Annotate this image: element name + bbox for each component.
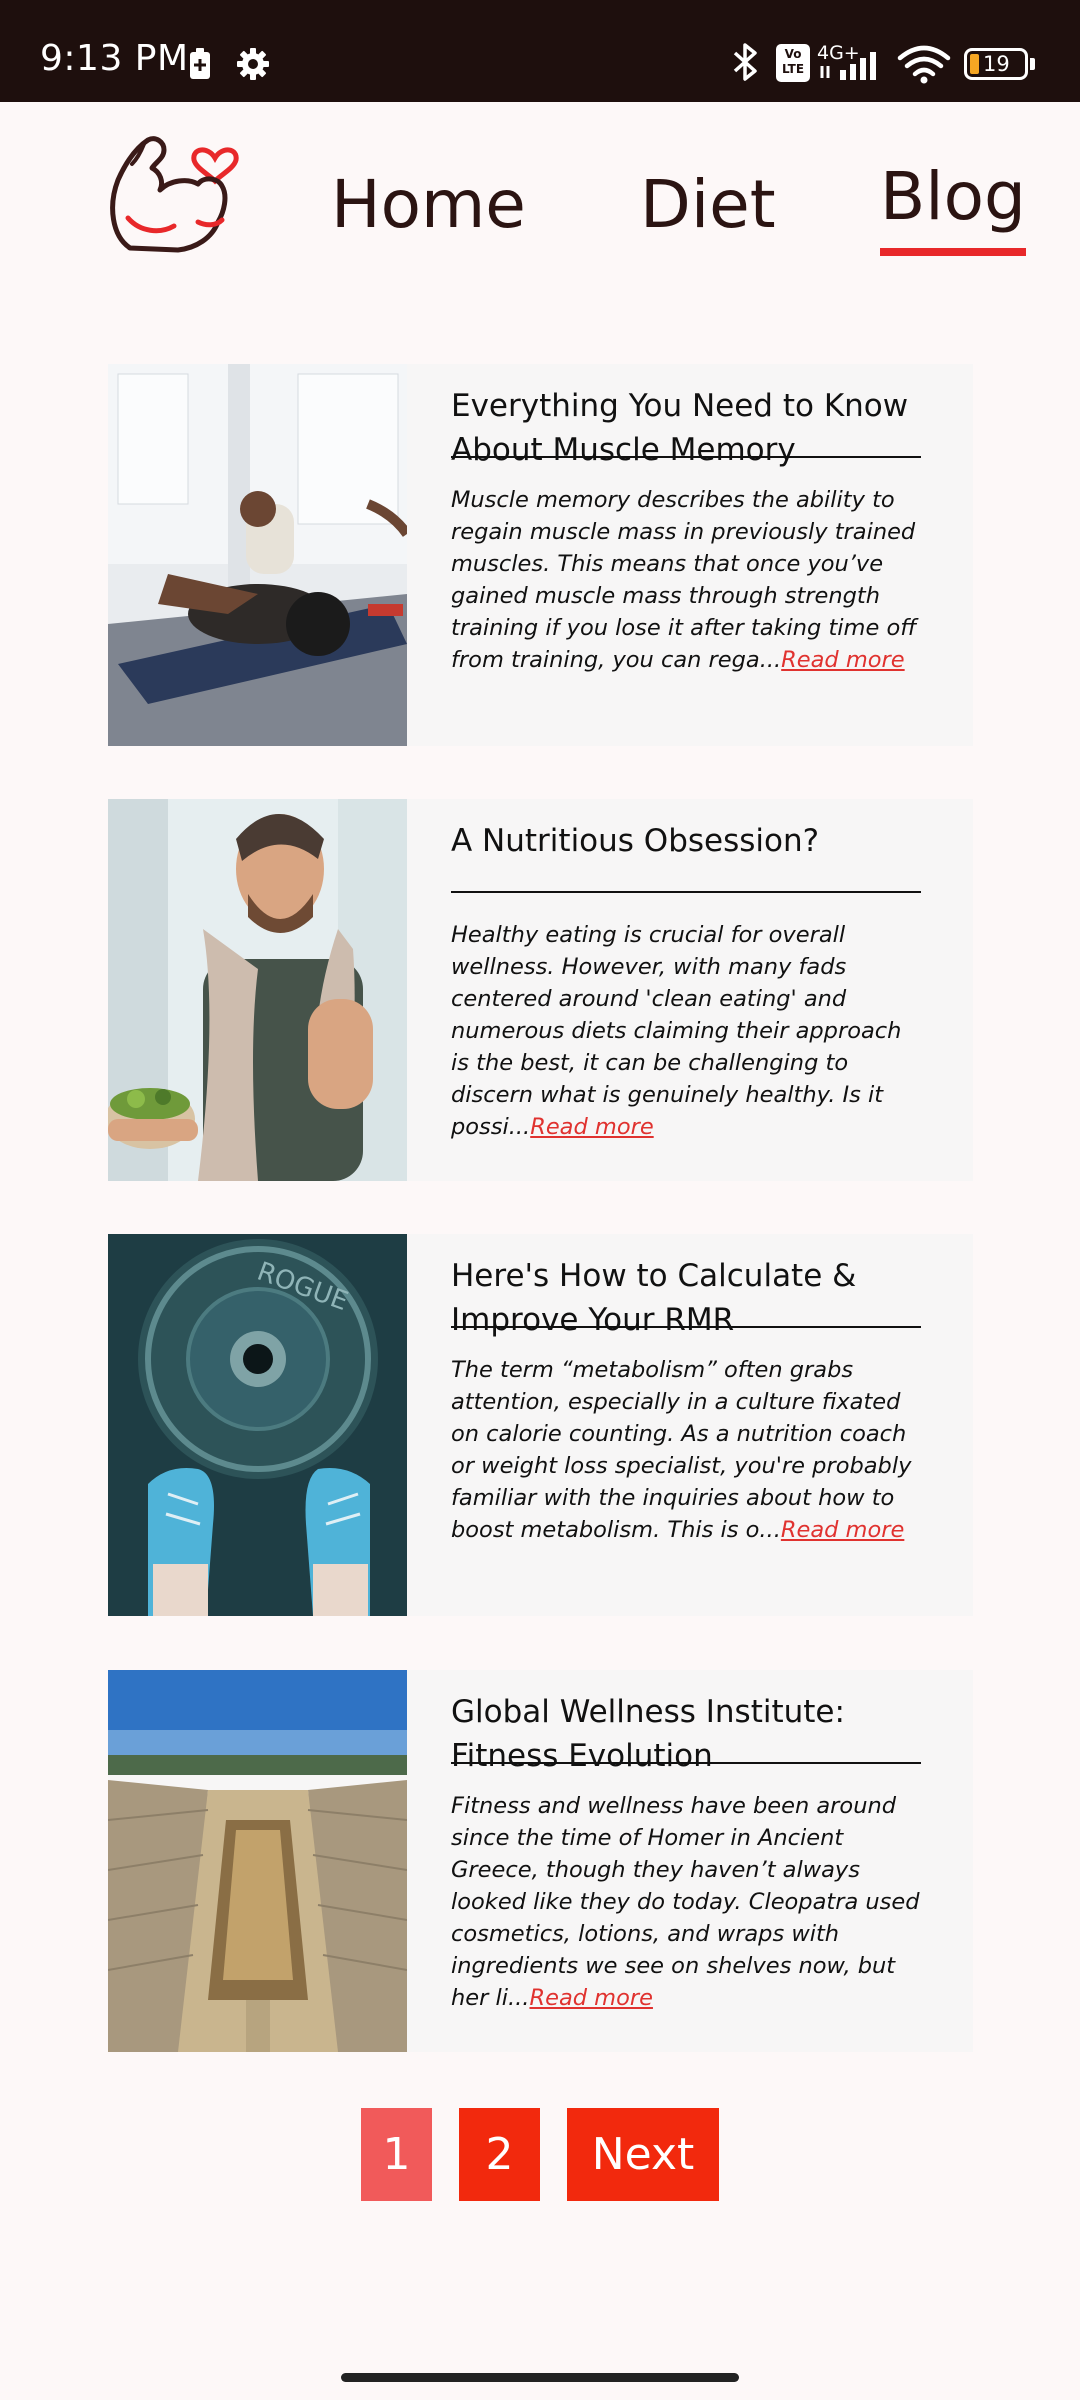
post-image-global-wellness[interactable] xyxy=(108,1670,407,2052)
post-image-nutritious-obsession[interactable] xyxy=(108,799,407,1181)
wifi-icon xyxy=(897,45,951,84)
title-divider xyxy=(451,1762,921,1764)
title-divider xyxy=(451,891,921,893)
excerpt-text: Muscle memory describes the ability to r… xyxy=(451,487,917,673)
post-image-muscle-memory[interactable] xyxy=(108,364,407,746)
nav-blog[interactable]: Blog xyxy=(880,158,1026,235)
title-divider xyxy=(451,1326,921,1328)
settings-gear-icon xyxy=(237,48,269,80)
status-bar: 9:13 PM Vo LTE 4G+ 19 xyxy=(0,0,1080,102)
volte-badge: Vo LTE xyxy=(776,44,810,82)
nav-home[interactable]: Home xyxy=(331,166,526,243)
post-image-rmr[interactable]: ROGUE xyxy=(108,1234,407,1616)
home-indicator[interactable] xyxy=(341,2373,739,2382)
post-excerpt: Muscle memory describes the ability to r… xyxy=(451,484,921,676)
title-divider xyxy=(451,456,921,458)
post-title[interactable]: Global Wellness Institute: Fitness Evolu… xyxy=(451,1690,921,1774)
post-excerpt: The term “metabolism” often grabs attent… xyxy=(451,1354,921,1546)
blog-card: ROGUE Here's How to Calculate & Improve … xyxy=(108,1234,973,1616)
read-more-link[interactable]: Read more xyxy=(781,647,904,673)
battery-icon: 19 xyxy=(964,48,1028,80)
read-more-link[interactable]: Read more xyxy=(529,1985,652,2011)
nav-diet[interactable]: Diet xyxy=(640,166,776,243)
excerpt-text: The term “metabolism” often grabs attent… xyxy=(451,1357,912,1543)
read-more-link[interactable]: Read more xyxy=(781,1517,904,1543)
signal-strength-icon xyxy=(820,52,876,80)
post-title[interactable]: Here's How to Calculate & Improve Your R… xyxy=(451,1254,921,1338)
blog-card: A Nutritious Obsession? Healthy eating i… xyxy=(108,799,973,1181)
battery-level: 19 xyxy=(983,52,1010,76)
post-excerpt: Healthy eating is crucial for overall we… xyxy=(451,919,921,1143)
nav-active-underline xyxy=(880,248,1026,256)
blog-card: Global Wellness Institute: Fitness Evolu… xyxy=(108,1670,973,2052)
excerpt-text: Healthy eating is crucial for overall we… xyxy=(451,922,902,1140)
pagination-page-1[interactable]: 1 xyxy=(361,2108,432,2201)
flexed-arm-heart-logo-icon[interactable] xyxy=(108,126,242,260)
pagination-next-button[interactable]: Next xyxy=(567,2108,719,2201)
post-title[interactable]: Everything You Need to Know About Muscle… xyxy=(451,384,921,468)
pagination-page-2[interactable]: 2 xyxy=(459,2108,540,2201)
battery-saver-icon xyxy=(190,48,210,79)
blog-card: Everything You Need to Know About Muscle… xyxy=(108,364,973,746)
excerpt-text: Fitness and wellness have been around si… xyxy=(451,1793,920,2011)
read-more-link[interactable]: Read more xyxy=(530,1114,653,1140)
bluetooth-icon xyxy=(733,43,757,81)
post-excerpt: Fitness and wellness have been around si… xyxy=(451,1790,921,2014)
post-title[interactable]: A Nutritious Obsession? xyxy=(451,819,921,895)
status-time: 9:13 PM xyxy=(40,38,189,79)
